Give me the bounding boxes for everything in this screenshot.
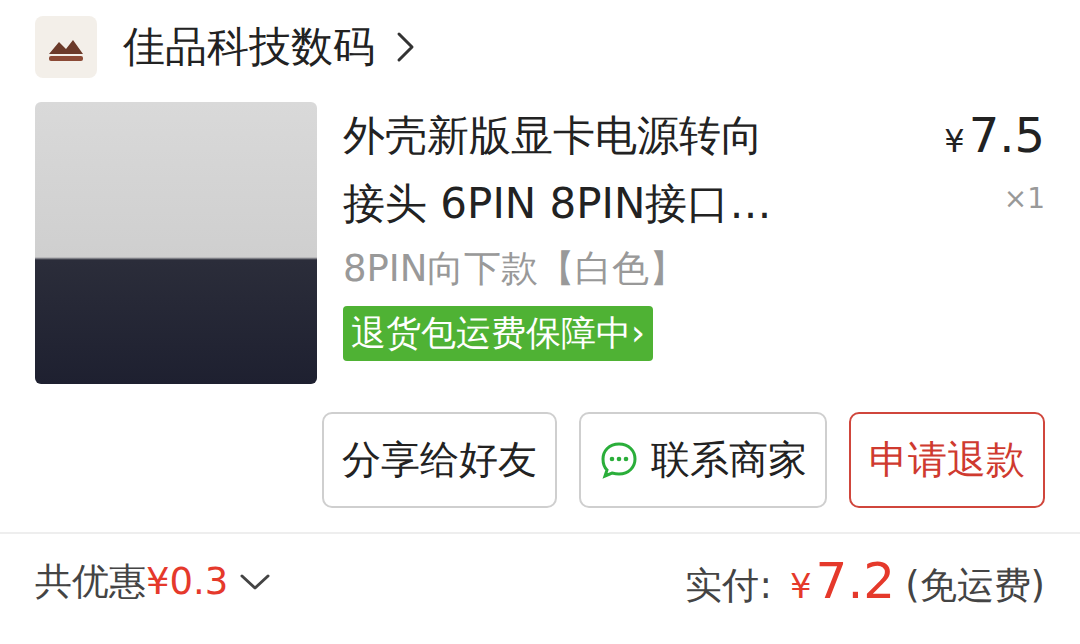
product-variant: 8PIN向下款【白色】: [343, 244, 686, 294]
discount-toggle[interactable]: 共优惠¥0.3: [35, 557, 272, 607]
product-image[interactable]: [35, 102, 317, 384]
shop-header[interactable]: 佳品科技数码: [0, 0, 1080, 78]
chat-bubble-icon: [599, 440, 639, 480]
product-quantity: ×1: [1004, 182, 1045, 215]
shop-logo-icon: [35, 16, 97, 78]
product-info: 外壳新版显卡电源转向接头 6PIN 8PIN接口… ¥7.5×1 8PIN向下款【白…: [343, 102, 1045, 384]
divider: [0, 532, 1080, 534]
return-shipping-badge[interactable]: 退货包运费保障中›: [343, 306, 653, 361]
action-button[interactable]: 分享给好友: [322, 412, 557, 508]
action-buttons: 分享给好友联系商家申请退款: [0, 384, 1080, 508]
chevron-right-icon: [395, 30, 417, 64]
action-button[interactable]: 申请退款: [849, 412, 1045, 508]
order-summary: 共优惠¥0.3 实付:¥7.2(免运费): [0, 534, 1080, 621]
product-title[interactable]: 外壳新版显卡电源转向接头 6PIN 8PIN接口…: [343, 102, 771, 238]
order-card: 佳品科技数码外壳新版显卡电源转向接头 6PIN 8PIN接口… ¥7.5×1 8PI…: [0, 0, 1080, 644]
product-row[interactable]: 外壳新版显卡电源转向接头 6PIN 8PIN接口… ¥7.5×1 8PIN向下款【白…: [0, 78, 1080, 384]
product-price: ¥7.5: [944, 102, 1045, 180]
shop-name[interactable]: 佳品科技数码: [123, 19, 375, 75]
chevron-down-icon: [238, 571, 272, 593]
paid-amount: 实付:¥7.2(免运费): [685, 552, 1045, 611]
action-button[interactable]: 联系商家: [579, 412, 827, 508]
